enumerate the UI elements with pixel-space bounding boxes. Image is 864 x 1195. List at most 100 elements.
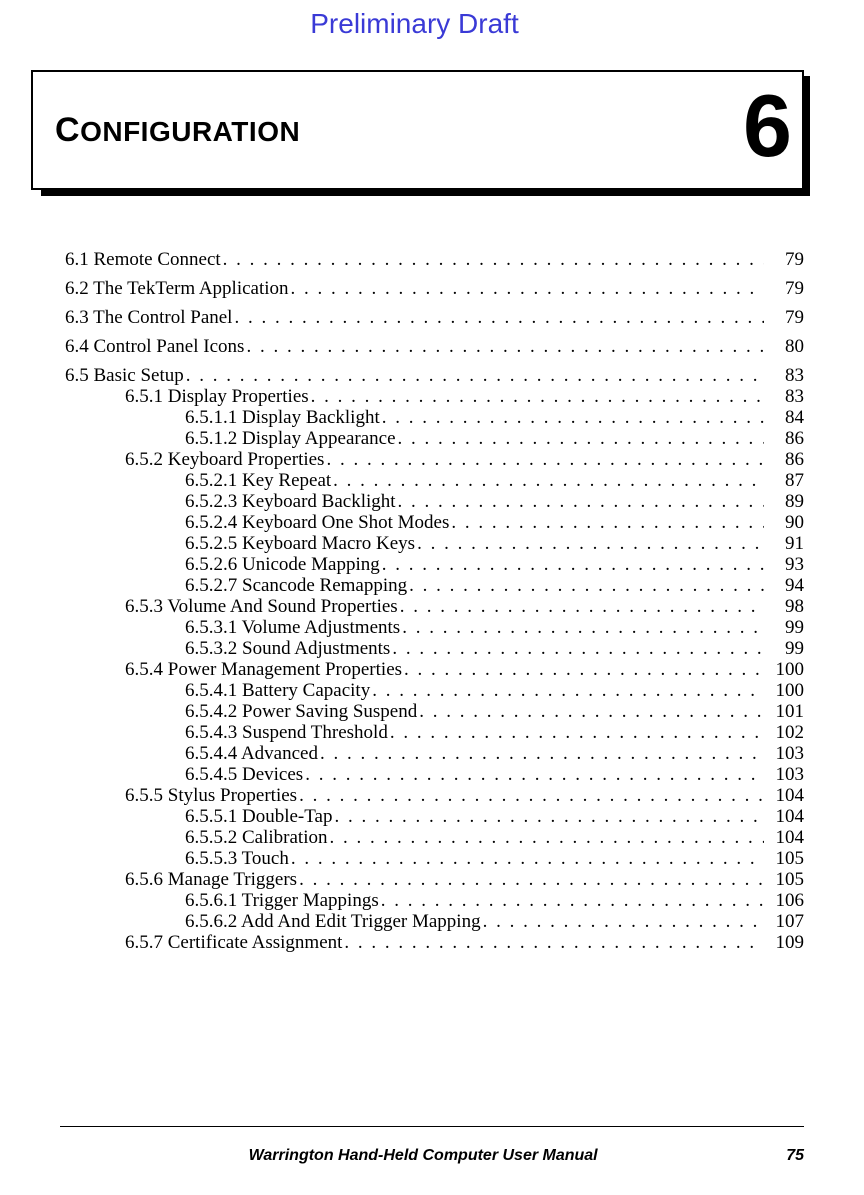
- toc-entry-page: 84: [764, 408, 804, 427]
- toc-entry-page: 86: [764, 450, 804, 469]
- toc-entry-page: 79: [764, 279, 804, 298]
- toc-entry-title: 6.5.4.2 Power Saving Suspend: [185, 702, 417, 721]
- toc-entry-leader: [402, 660, 764, 679]
- toc-entry-title: 6.5.3 Volume And Sound Properties: [125, 597, 398, 616]
- toc-entry-title: 6.5.4 Power Management Properties: [125, 660, 402, 679]
- toc-entry: 6.5.6.1 Trigger Mappings 106: [65, 891, 804, 910]
- toc-entry-leader: [232, 308, 764, 327]
- toc-entry-leader: [398, 597, 764, 616]
- toc-entry-title: 6.5.2.6 Unicode Mapping: [185, 555, 380, 574]
- toc-entry-page: 93: [764, 555, 804, 574]
- toc-entry-title: 6.5.2.4 Keyboard One Shot Modes: [185, 513, 449, 532]
- toc-entry-leader: [417, 702, 764, 721]
- toc-entry: 6.3 The Control Panel 79: [65, 308, 804, 327]
- toc-entry-title: 6.5.4.1 Battery Capacity: [185, 681, 370, 700]
- toc-entry: 6.5.3 Volume And Sound Properties98: [65, 597, 804, 616]
- toc-entry-title: 6.5.1.2 Display Appearance: [185, 429, 396, 448]
- chapter-title: CONFIGURATION: [55, 111, 300, 150]
- chapter-title-box: CONFIGURATION 6: [31, 70, 804, 190]
- toc-entry-leader: [370, 681, 764, 700]
- toc-entry-leader: [327, 828, 764, 847]
- footer-book-title: Warrington Hand-Held Computer User Manua…: [249, 1147, 598, 1165]
- toc-entry-leader: [244, 337, 764, 356]
- toc-entry: 6.5.7 Certificate Assignment109: [65, 933, 804, 952]
- toc-entry-page: 79: [764, 308, 804, 327]
- toc-entry-leader: [318, 744, 764, 763]
- toc-entry-page: 105: [764, 870, 804, 889]
- toc-entry-leader: [379, 891, 764, 910]
- toc-entry: 6.5.3.2 Sound Adjustments99: [65, 639, 804, 658]
- toc-entry-page: 89: [764, 492, 804, 511]
- toc-entry-page: 102: [764, 723, 804, 742]
- toc-entry-leader: [388, 723, 764, 742]
- footer-rule: [60, 1126, 804, 1127]
- toc-entry-title: 6.1 Remote Connect: [65, 250, 221, 269]
- toc-entry-page: 90: [764, 513, 804, 532]
- toc-entry: 6.5.6.2 Add And Edit Trigger Mapping107: [65, 912, 804, 931]
- toc-entry: 6.5.4.4 Advanced 103: [65, 744, 804, 763]
- toc-entry: 6.5.5.2 Calibration104: [65, 828, 804, 847]
- toc-entry-title: 6.5.1.1 Display Backlight: [185, 408, 380, 427]
- toc-entry: 6.5.5.1 Double-Tap104: [65, 807, 804, 826]
- page-footer: Warrington Hand-Held Computer User Manua…: [60, 1147, 804, 1165]
- toc-entry-leader: [332, 807, 764, 826]
- toc-entry-title: 6.5.5 Stylus Properties: [125, 786, 297, 805]
- table-of-contents: 6.1 Remote Connect796.2 The TekTerm Appl…: [65, 250, 804, 952]
- toc-entry: 6.5.2.5 Keyboard Macro Keys91: [65, 534, 804, 553]
- toc-entry-page: 91: [764, 534, 804, 553]
- footer-page-number: 75: [786, 1147, 804, 1165]
- toc-entry-title: 6.5 Basic Setup: [65, 366, 184, 385]
- toc-entry-page: 104: [764, 828, 804, 847]
- toc-entry-leader: [324, 450, 764, 469]
- chapter-title-first-letter: C: [55, 111, 80, 149]
- toc-entry-page: 103: [764, 765, 804, 784]
- toc-entry: 6.5.2.4 Keyboard One Shot Modes 90: [65, 513, 804, 532]
- toc-entry-leader: [309, 387, 764, 406]
- toc-entry-title: 6.2 The TekTerm Application: [65, 279, 289, 298]
- toc-entry-title: 6.5.5.3 Touch: [185, 849, 289, 868]
- toc-entry-leader: [396, 492, 764, 511]
- toc-entry: 6.5.4.2 Power Saving Suspend 101: [65, 702, 804, 721]
- toc-entry: 6.5.4.5 Devices103: [65, 765, 804, 784]
- toc-entry-leader: [380, 555, 764, 574]
- toc-entry-page: 106: [764, 891, 804, 910]
- toc-entry-leader: [342, 933, 764, 952]
- toc-entry-page: 99: [764, 618, 804, 637]
- toc-entry: 6.5.5.3 Touch 105: [65, 849, 804, 868]
- toc-entry-leader: [396, 429, 764, 448]
- toc-entry: 6.4 Control Panel Icons 80: [65, 337, 804, 356]
- toc-entry-title: 6.5.4.4 Advanced: [185, 744, 318, 763]
- toc-entry-title: 6.5.6.1 Trigger Mappings: [185, 891, 379, 910]
- toc-entry-title: 6.4 Control Panel Icons: [65, 337, 244, 356]
- toc-entry-title: 6.5.3.1 Volume Adjustments: [185, 618, 400, 637]
- toc-entry-title: 6.5.2.7 Scancode Remapping: [185, 576, 407, 595]
- toc-entry: 6.5.6 Manage Triggers105: [65, 870, 804, 889]
- toc-entry-leader: [380, 408, 764, 427]
- toc-entry-page: 94: [764, 576, 804, 595]
- toc-entry-page: 104: [764, 807, 804, 826]
- toc-entry-page: 101: [764, 702, 804, 721]
- toc-entry-page: 103: [764, 744, 804, 763]
- toc-entry-page: 80: [764, 337, 804, 356]
- toc-entry-leader: [297, 870, 764, 889]
- toc-entry-leader: [297, 786, 764, 805]
- toc-entry: 6.1 Remote Connect79: [65, 250, 804, 269]
- toc-entry-leader: [221, 250, 764, 269]
- toc-entry: 6.5 Basic Setup83: [65, 366, 804, 385]
- toc-entry-leader: [415, 534, 764, 553]
- toc-entry-page: 100: [764, 660, 804, 679]
- toc-entry-leader: [407, 576, 764, 595]
- toc-entry-page: 83: [764, 387, 804, 406]
- toc-entry-page: 105: [764, 849, 804, 868]
- toc-entry-leader: [331, 471, 764, 490]
- toc-entry-title: 6.5.1 Display Properties: [125, 387, 309, 406]
- toc-entry: 6.5.1.1 Display Backlight 84: [65, 408, 804, 427]
- chapter-title-rest: ONFIGURATION: [80, 116, 300, 147]
- draft-watermark: Preliminary Draft: [25, 8, 804, 40]
- toc-entry-title: 6.3 The Control Panel: [65, 308, 232, 327]
- toc-entry-title: 6.5.2 Keyboard Properties: [125, 450, 324, 469]
- toc-entry-title: 6.5.2.3 Keyboard Backlight: [185, 492, 396, 511]
- toc-entry-page: 107: [764, 912, 804, 931]
- toc-entry: 6.5.1 Display Properties 83: [65, 387, 804, 406]
- toc-entry: 6.5.2.3 Keyboard Backlight 89: [65, 492, 804, 511]
